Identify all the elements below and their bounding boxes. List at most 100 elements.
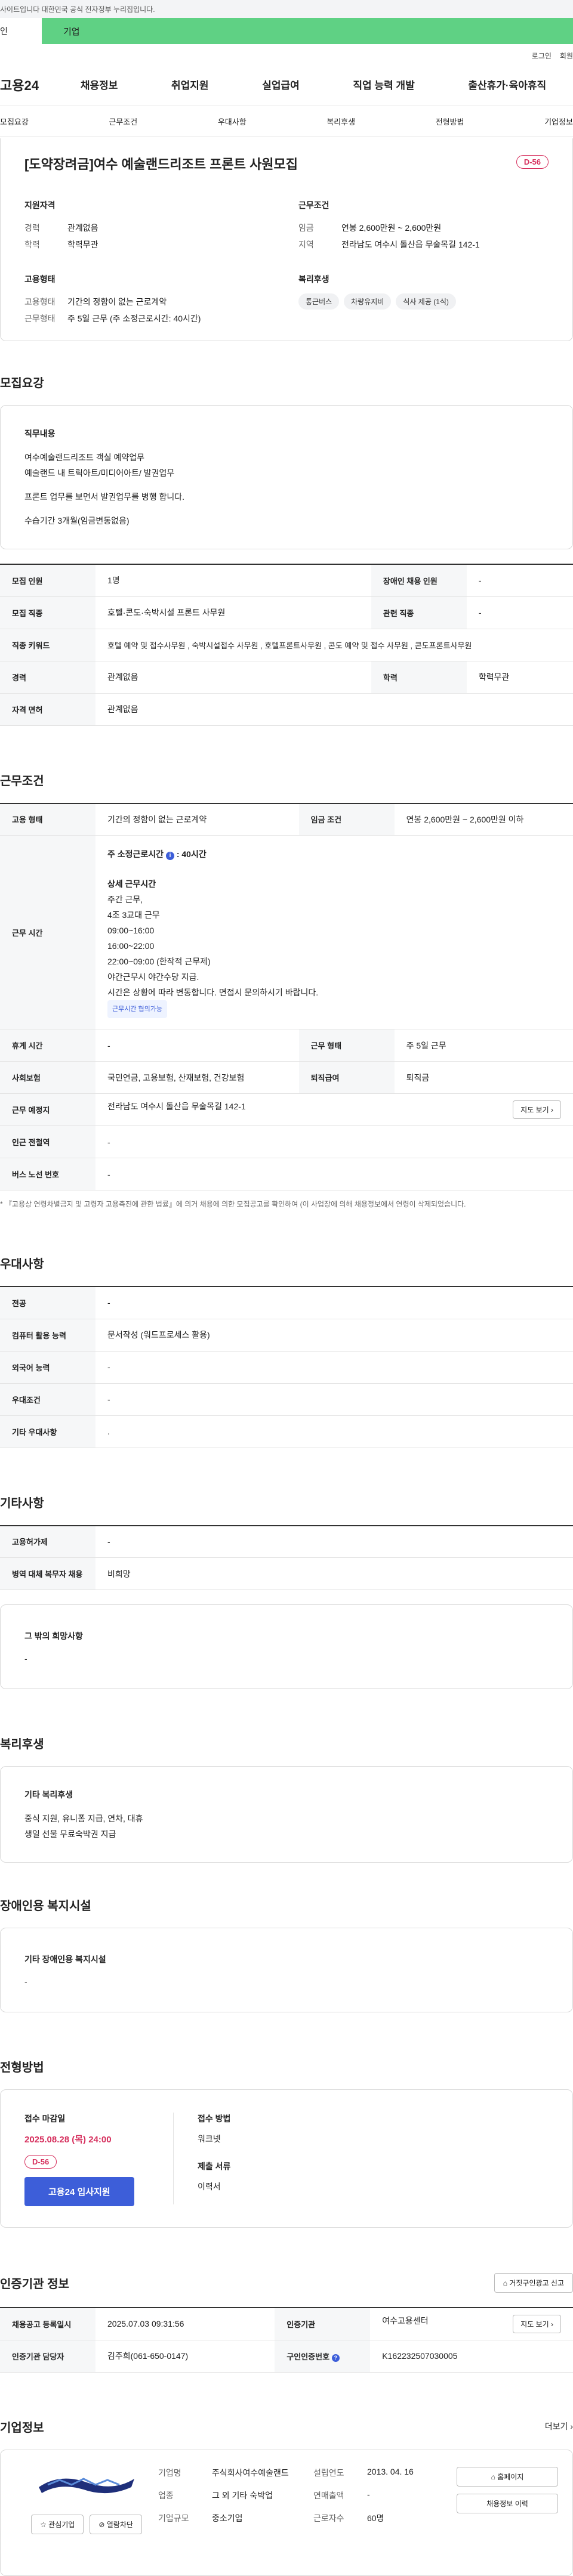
- row-value: 비희망: [96, 1557, 573, 1590]
- work-time-line: 시간은 상황에 따라 변동합니다. 면접시 문의하시기 바랍니다.: [107, 988, 319, 997]
- row-header: 모집 직종: [0, 596, 96, 629]
- welfare-box: 기타 복리후생 중식 지원, 유니폼 지급, 연차, 대휴 생일 선물 무료숙박…: [0, 1766, 573, 1863]
- label: 임금: [298, 223, 314, 233]
- welfare-line: 생일 선물 무료숙박권 지급: [24, 1829, 116, 1839]
- dday-badge: D-56: [516, 155, 549, 169]
- chevron-right-icon: ›: [570, 2422, 573, 2431]
- row-value: 주 5일 근무: [394, 1029, 573, 1062]
- etc-table: 고용허가제 - 병역 대체 복무자 채용 비희망: [0, 1524, 573, 1590]
- info-icon[interactable]: i: [165, 852, 174, 860]
- docs-value: 이력서: [198, 2182, 221, 2191]
- method-block: 접수 방법 워크넷 제출 서류 이력서: [174, 2113, 230, 2204]
- favorite-corp-button[interactable]: ☆ 관심기업: [31, 2514, 84, 2534]
- table-row: 병역 대체 복무자 채용 비희망: [0, 1557, 573, 1590]
- table-row: 사회보험 국민연금, 고용보험, 산재보험, 건강보험 퇴직급여 퇴직금: [0, 1061, 573, 1094]
- table-row: 고용 형태 기간의 정함이 없는 근로계약 임금 조건 연봉 2,600만원 ~ 2,…: [0, 803, 573, 836]
- map-button[interactable]: 지도 보기 ›: [513, 1100, 561, 1119]
- corp-more-link[interactable]: 더보기 ›: [545, 2420, 573, 2432]
- block-view-button[interactable]: ⊘ 열람차단: [90, 2514, 142, 2534]
- row-value: 관계없음: [96, 661, 371, 694]
- info-icon[interactable]: ?: [331, 2354, 340, 2362]
- row-header: 버스 노선 번호: [0, 1158, 96, 1190]
- tab-pref[interactable]: 우대사항: [218, 116, 247, 127]
- row-header: 근무 시간: [0, 835, 96, 1029]
- chevron-right-icon: ›: [551, 1106, 553, 1114]
- tab-process[interactable]: 전형방법: [436, 116, 464, 127]
- label: 기업명: [158, 2467, 181, 2478]
- row-header: 임금 조건: [298, 803, 395, 836]
- label: 업종: [158, 2490, 174, 2500]
- work-time-badge: 근무시간 협의가능: [107, 1000, 168, 1018]
- value: 기간의 정함이 없는 근로계약: [67, 297, 167, 307]
- row-header: 우대조건: [0, 1383, 96, 1416]
- disabled-value: -: [24, 1977, 27, 1987]
- value: -: [367, 2489, 370, 2499]
- row-value: -: [466, 596, 573, 629]
- work-time-cell: 주 소정근로시간 i : 40시간 상세 근무시간 주간 근무, 4조 3교대 …: [96, 835, 573, 1029]
- label: 설립연도: [313, 2467, 344, 2478]
- table-row: 자격 면허 관계없음: [0, 693, 573, 726]
- other-wishes-heading: 그 밖의 희망사항: [24, 1631, 83, 1641]
- row-header: 외국어 능력: [0, 1351, 96, 1384]
- row-value: 국민연금, 고용보험, 산재보험, 건강보험: [96, 1061, 299, 1094]
- pref-section-title: 우대사항: [0, 1258, 44, 1271]
- row-value: 김주희(061-650-0147): [96, 2340, 275, 2373]
- tab-corp[interactable]: 기업정보: [544, 116, 573, 127]
- value: 그 외 기타 숙박업: [212, 2490, 273, 2500]
- label: 지역: [298, 240, 314, 249]
- gnb-item-training[interactable]: 직업 능력 개발: [353, 77, 414, 92]
- welfare-chip: 식사 제공 (1식): [396, 293, 456, 310]
- join-link[interactable]: 회원: [560, 51, 573, 61]
- condition-heading: 근무조건: [298, 200, 329, 210]
- homepage-button[interactable]: ⌂ 홈페이지: [457, 2466, 558, 2487]
- job-history-button[interactable]: 채용정보 이력: [457, 2493, 558, 2513]
- table-row: 모집 인원 1명 장애인 채용 인원 -: [0, 564, 573, 597]
- gnb-item-jobs[interactable]: 채용정보: [81, 77, 118, 92]
- row-value: 문서작성 (워드프로세스 활용): [96, 1319, 573, 1352]
- site-logo[interactable]: 고용24: [0, 75, 54, 94]
- map-button-label: 지도 보기: [520, 1106, 549, 1114]
- star-icon: ☆: [40, 2520, 47, 2529]
- welfare-heading: 복리후생: [298, 274, 329, 284]
- corp-section-title: 기업정보: [0, 2421, 44, 2435]
- work-place-text: 전라남도 여수시 돌산읍 무술목길 142-1: [107, 1102, 246, 1111]
- map-button[interactable]: 지도 보기 ›: [513, 2314, 561, 2333]
- login-link[interactable]: 로그인: [532, 51, 552, 61]
- table-row: 기타 우대사항.: [0, 1415, 573, 1448]
- row-header: 퇴직급여: [298, 1061, 395, 1094]
- main-nav: 고용24 채용정보 취업지원 실업급여 직업 능력 개발 출산휴가·육아휴직: [0, 63, 573, 106]
- row-value: 관계없음: [96, 693, 573, 726]
- work-time-head: 주 소정근로시간: [107, 849, 164, 859]
- deadline-block: 접수 마감일 2025.08.28 (목) 24:00 D-56 고용24 입사…: [24, 2113, 174, 2206]
- row-header: 기타 우대사항: [0, 1415, 96, 1448]
- cert-table: 채용공고 등록일시 2025.07.03 09:31:56 인증기관 여수고용센터 지도…: [0, 2307, 573, 2373]
- tab-individual[interactable]: 인: [0, 18, 42, 44]
- row-header: 인근 전철역: [0, 1125, 96, 1158]
- value: 중소기업: [212, 2513, 243, 2523]
- gnb-item-unemployment[interactable]: 실업급여: [262, 77, 300, 92]
- gnb-item-employment-support[interactable]: 취업지원: [171, 77, 209, 92]
- welfare-chip: 통근버스: [298, 293, 340, 310]
- tab-welfare[interactable]: 복리후생: [326, 116, 355, 127]
- work-time-line: 09:00~16:00: [107, 926, 155, 935]
- table-row: 우대조건 -: [0, 1383, 573, 1416]
- tab-recruit[interactable]: 모집요강: [0, 116, 29, 127]
- tab-company[interactable]: 기업: [42, 18, 573, 44]
- label: 경력: [24, 223, 40, 233]
- row-header: 휴게 시간: [0, 1029, 96, 1062]
- apply-button[interactable]: 고용24 입사지원: [24, 2177, 134, 2206]
- welfare-section-title: 복리후생: [0, 1738, 44, 1751]
- row-value: -: [96, 1125, 573, 1158]
- row-header: 인증기관 담당자: [0, 2340, 96, 2373]
- tab-work[interactable]: 근무조건: [109, 116, 137, 127]
- report-button[interactable]: ⌂ 거짓구인광고 신고: [494, 2273, 573, 2293]
- work-time-line: 야간근무시 야간수당 지급.: [107, 972, 199, 982]
- map-button-label: 지도 보기: [520, 2320, 549, 2328]
- row-header: 관련 직종: [371, 596, 467, 629]
- disabled-box: 기타 장애인용 복지시설 -: [0, 1928, 573, 2012]
- gnb-item-parental-leave[interactable]: 출산휴가·육아휴직: [468, 77, 546, 92]
- deadline-date: 2025.08.28 (목) 24:00: [24, 2135, 112, 2145]
- label: 근무형태: [24, 314, 56, 323]
